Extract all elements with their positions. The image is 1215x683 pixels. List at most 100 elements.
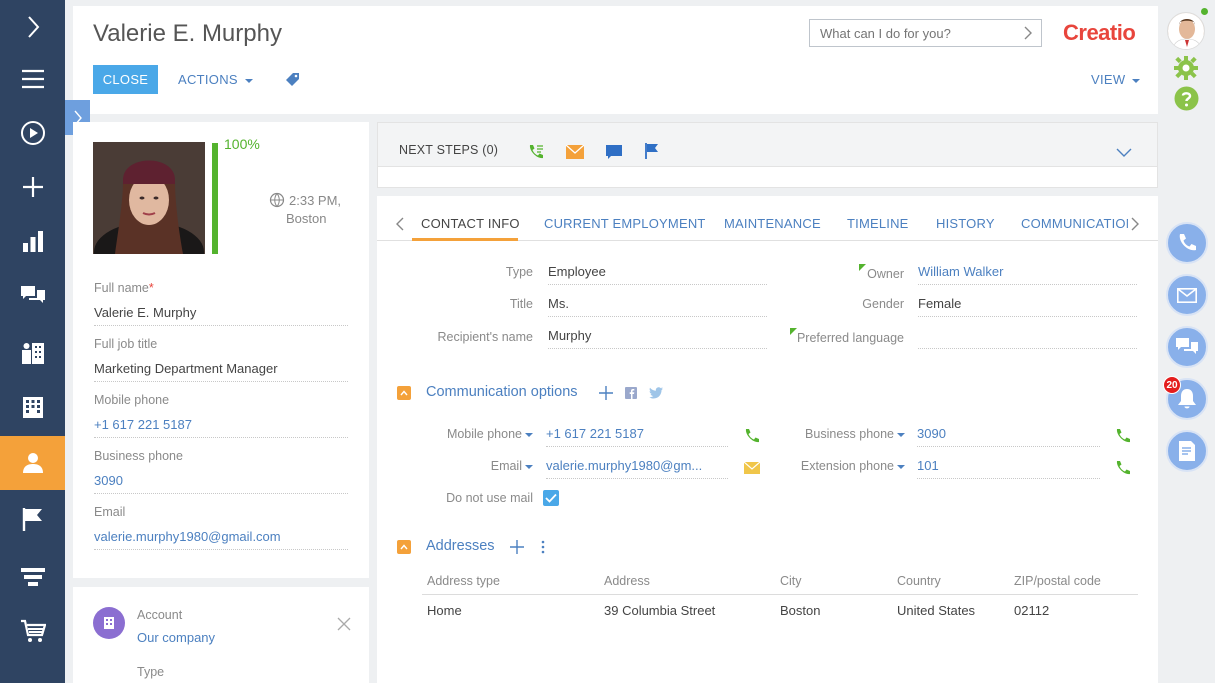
chat-icon[interactable] xyxy=(606,145,622,161)
email-type-selector[interactable]: Email xyxy=(417,459,533,473)
tasks-panel-button[interactable] xyxy=(1166,430,1208,472)
email-icon[interactable] xyxy=(566,145,584,159)
owner-field[interactable]: William Walker xyxy=(918,264,1137,285)
mobile-phone-field[interactable]: +1 617 221 5187 xyxy=(94,417,348,438)
chevron-up-icon xyxy=(400,544,408,550)
do-not-use-mail-checkbox[interactable] xyxy=(543,490,559,506)
chevron-right-icon[interactable] xyxy=(1023,26,1033,40)
email-label: Email xyxy=(94,505,125,519)
nav-contacts-button[interactable] xyxy=(0,436,65,490)
nav-orders-button[interactable] xyxy=(0,604,65,658)
email-icon[interactable] xyxy=(744,462,760,474)
table-cell: Home xyxy=(427,603,462,618)
full-name-field[interactable]: Valerie E. Murphy xyxy=(94,305,348,326)
person-icon xyxy=(20,450,46,476)
more-vertical-icon[interactable] xyxy=(540,540,546,554)
nav-companies-button[interactable] xyxy=(0,380,65,434)
extension-phone-type-selector[interactable]: Extension phone xyxy=(772,459,905,473)
type-label: Type xyxy=(417,265,533,279)
business-phone-comm-label: Business phone xyxy=(805,427,894,441)
chevron-left-icon[interactable] xyxy=(395,217,405,231)
tab-strip: CONTACT INFO CURRENT EMPLOYMENT MAINTENA… xyxy=(412,208,1128,241)
user-avatar[interactable] xyxy=(1167,12,1205,50)
table-cell: United States xyxy=(897,603,975,618)
call-icon[interactable] xyxy=(1115,428,1131,444)
next-steps-title: NEXT STEPS (0) xyxy=(399,143,498,157)
bar-chart-icon xyxy=(20,228,46,254)
gear-icon[interactable] xyxy=(1173,55,1199,81)
address-column-header[interactable]: Address xyxy=(604,574,650,588)
chat-panel-button[interactable] xyxy=(1166,326,1208,368)
extension-phone-comm-field[interactable]: 101 xyxy=(917,458,1100,479)
title-field[interactable]: Ms. xyxy=(548,296,767,317)
type-field[interactable]: Employee xyxy=(548,264,767,285)
nav-start-process-button[interactable] xyxy=(0,106,65,160)
owner-label: Owner xyxy=(787,267,904,281)
job-title-field[interactable]: Marketing Department Manager xyxy=(94,361,348,382)
extension-phone-comm-label: Extension phone xyxy=(801,459,894,473)
local-city: Boston xyxy=(286,211,326,226)
addresses-collapse-toggle[interactable] xyxy=(397,540,411,554)
tag-button[interactable] xyxy=(285,71,301,90)
tab-contact-info[interactable]: CONTACT INFO xyxy=(421,216,520,231)
chevron-down-icon[interactable] xyxy=(1116,147,1132,157)
view-button[interactable]: VIEW xyxy=(1091,72,1140,87)
nav-leads-button[interactable] xyxy=(0,550,65,604)
call-icon[interactable] xyxy=(744,428,760,444)
gender-field[interactable]: Female xyxy=(918,296,1137,317)
nav-accounts-button[interactable] xyxy=(0,326,65,380)
next-steps-header: NEXT STEPS (0) xyxy=(378,123,1157,167)
tab-communication-channels[interactable]: COMMUNICATION CHANNELS xyxy=(1021,216,1128,231)
creatio-logo: Creatio xyxy=(1063,20,1135,46)
chevron-down-icon xyxy=(245,79,253,83)
email-comm-field[interactable]: valerie.murphy1980@gm... xyxy=(546,458,728,479)
command-search-input[interactable] xyxy=(810,20,1010,46)
call-icon[interactable] xyxy=(527,143,545,161)
mobile-phone-comm-field[interactable]: +1 617 221 5187 xyxy=(546,426,728,447)
nav-menu-button[interactable] xyxy=(0,52,65,106)
business-phone-comm-field[interactable]: 3090 xyxy=(917,426,1100,447)
country-column-header[interactable]: Country xyxy=(897,574,941,588)
profile-card: 100% 2:33 PM, Boston Full name* Valerie … xyxy=(73,122,369,578)
nav-dashboards-button[interactable] xyxy=(0,214,65,268)
tab-current-employment[interactable]: CURRENT EMPLOYMENT xyxy=(544,216,706,231)
facebook-icon[interactable] xyxy=(625,387,637,399)
preferred-language-field[interactable] xyxy=(918,327,1137,349)
mobile-phone-label: Mobile phone xyxy=(94,393,169,407)
close-icon[interactable] xyxy=(337,617,351,631)
zip-column-header[interactable]: ZIP/postal code xyxy=(1014,574,1101,588)
nav-expand-button[interactable] xyxy=(0,0,65,54)
page-header: Valerie E. Murphy CLOSE ACTIONS Creatio … xyxy=(73,6,1158,114)
business-phone-field[interactable]: 3090 xyxy=(94,473,348,494)
chevron-right-icon[interactable] xyxy=(1130,217,1140,231)
call-icon[interactable] xyxy=(1115,460,1131,476)
plus-icon[interactable] xyxy=(510,540,524,554)
nav-feed-button[interactable] xyxy=(0,268,65,322)
business-phone-type-selector[interactable]: Business phone xyxy=(772,427,905,441)
command-search-box[interactable] xyxy=(809,19,1042,47)
recipient-name-field[interactable]: Murphy xyxy=(548,328,767,349)
help-icon[interactable] xyxy=(1174,86,1199,111)
mobile-phone-type-selector[interactable]: Mobile phone xyxy=(417,427,533,441)
account-link[interactable]: Our company xyxy=(137,630,215,645)
contact-photo[interactable] xyxy=(93,142,205,254)
nav-activities-button[interactable] xyxy=(0,492,65,546)
twitter-icon[interactable] xyxy=(649,387,663,399)
tab-timeline[interactable]: TIMELINE xyxy=(847,216,909,231)
phone-panel-button[interactable] xyxy=(1166,222,1208,264)
tab-history[interactable]: HISTORY xyxy=(936,216,995,231)
nav-add-button[interactable] xyxy=(0,160,65,214)
address-type-column-header[interactable]: Address type xyxy=(427,574,500,588)
close-button[interactable]: CLOSE xyxy=(93,65,158,94)
contact-photo-image xyxy=(93,142,205,254)
account-avatar xyxy=(93,607,125,639)
tag-icon xyxy=(285,71,301,87)
tab-maintenance[interactable]: MAINTENANCE xyxy=(724,216,821,231)
email-panel-button[interactable] xyxy=(1166,274,1208,316)
actions-button[interactable]: ACTIONS xyxy=(178,72,253,87)
plus-icon[interactable] xyxy=(599,386,613,400)
communication-collapse-toggle[interactable] xyxy=(397,386,411,400)
city-column-header[interactable]: City xyxy=(780,574,802,588)
email-field[interactable]: valerie.murphy1980@gmail.com xyxy=(94,529,348,550)
flag-icon[interactable] xyxy=(645,143,659,159)
